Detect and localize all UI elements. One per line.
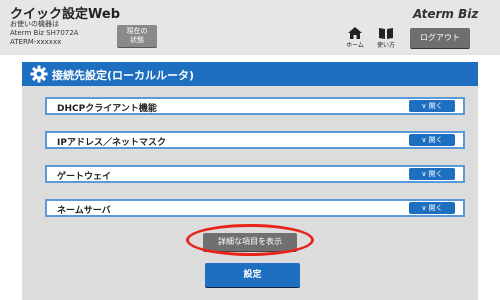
current-status-button[interactable]: 現在の 状態 [117,25,157,47]
device-caption: お使いの機器は [10,20,59,28]
chevron-down-icon: ∨ [421,136,429,144]
open-button[interactable]: ∨ 開く [409,100,455,112]
accordion-item-label: IPアドレス／ネットマスク [57,138,166,148]
home-label: ホーム [346,42,364,49]
section-title: 接続先設定(ローカルルータ) [52,69,195,82]
open-button[interactable]: ∨ 開く [409,134,455,146]
brand-logo: Aterm Biz [413,7,479,21]
device-info: お使いの機器は Aterm Biz SH7072A ATERM-xxxxxx [10,20,78,47]
home-nav-button[interactable]: ホーム [344,27,366,49]
status-button-line2: 状態 [130,36,144,44]
accordion-item-dhcp[interactable]: DHCPクライアント機能 ∨ 開く [45,97,465,115]
open-button-label: 開く [428,204,443,212]
submit-button[interactable]: 設定 [205,263,300,287]
chevron-down-icon: ∨ [421,170,429,178]
device-model: Aterm Biz SH7072A [10,29,79,37]
open-button-label: 開く [428,170,443,178]
chevron-down-icon: ∨ [421,102,429,110]
howto-label: 使い方 [376,42,395,49]
accordion-item-label: ゲートウェイ [57,172,112,182]
status-button-line1: 現在の [126,27,148,35]
accordion-item-ip-netmask[interactable]: IPアドレス／ネットマスク ∨ 開く [45,131,465,149]
section-header: 接続先設定(ローカルルータ) [22,62,478,86]
chevron-down-icon: ∨ [421,204,429,212]
logout-button[interactable]: ログアウト [410,28,470,48]
book-icon [379,28,393,39]
open-button[interactable]: ∨ 開く [409,168,455,180]
accordion-item-label: DHCPクライアント機能 [57,104,157,114]
open-button[interactable]: ∨ 開く [409,202,455,214]
accordion-item-gateway[interactable]: ゲートウェイ ∨ 開く [45,165,465,183]
accordion-item-nameserver[interactable]: ネームサーバ ∨ 開く [45,199,465,217]
home-icon [348,27,362,39]
open-button-label: 開く [428,102,443,110]
device-id: ATERM-xxxxxx [10,38,62,46]
accordion-item-label: ネームサーバ [57,206,111,216]
open-button-label: 開く [428,136,443,144]
gear-icon [30,65,48,83]
highlight-annotation [186,224,314,256]
howto-nav-button[interactable]: 使い方 [375,27,397,49]
